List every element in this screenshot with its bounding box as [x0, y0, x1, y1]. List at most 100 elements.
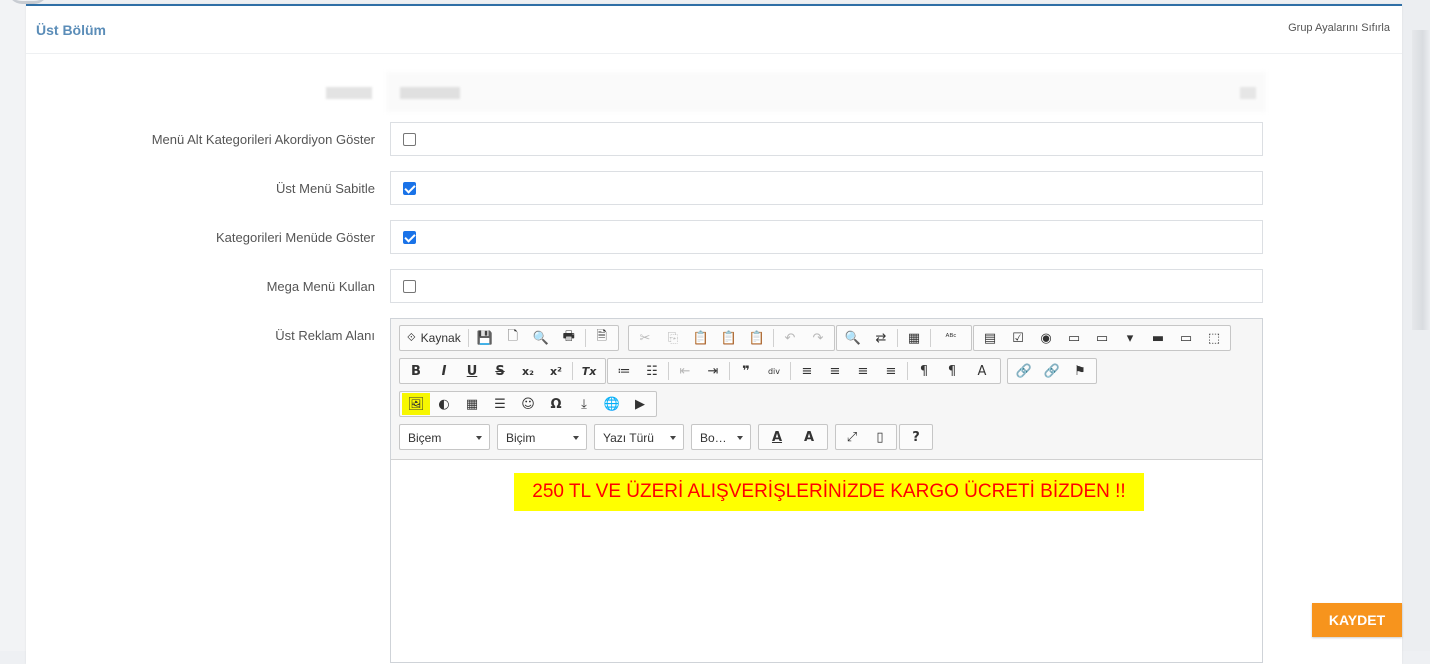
- checkbox-icon[interactable]: ☑: [1004, 327, 1032, 349]
- font-size-select[interactable]: Bo…: [691, 424, 751, 450]
- background-color-icon[interactable]: A: [793, 426, 825, 448]
- radio-icon[interactable]: ◉: [1032, 327, 1060, 349]
- save-button[interactable]: KAYDET: [1312, 603, 1402, 637]
- paste-text-icon[interactable]: 📋: [715, 327, 743, 349]
- settings-panel: Üst Bölüm Grup Ayalarını Sıfırla Menü Al…: [26, 4, 1402, 664]
- row-label: Üst Menü Sabitle: [276, 181, 375, 196]
- styles-select[interactable]: Biçem: [399, 424, 490, 450]
- blurred-label: [326, 87, 372, 99]
- separator: [897, 329, 898, 347]
- text-color-icon[interactable]: A: [761, 426, 793, 448]
- image-button-icon[interactable]: ▭: [1172, 327, 1200, 349]
- blurred-value: [400, 87, 460, 99]
- maximize-icon[interactable]: ⤢: [838, 426, 866, 448]
- styles-select-label: Biçem: [408, 431, 442, 445]
- save-icon[interactable]: 💾: [471, 327, 499, 349]
- cut-icon[interactable]: ✂: [631, 327, 659, 349]
- iframe-icon[interactable]: 🌐: [598, 393, 626, 415]
- special-char-icon[interactable]: Ω: [542, 393, 570, 415]
- chevron-down-icon: [737, 436, 743, 440]
- paste-icon[interactable]: 📋: [687, 327, 715, 349]
- replace-icon[interactable]: ⇄: [867, 327, 895, 349]
- anchor-icon[interactable]: ⚑: [1066, 360, 1094, 382]
- toolbar-group-forms: ▤ ☑ ◉ ▭ ▭ ▾ ▬ ▭ ⬚: [973, 325, 1231, 351]
- toolbar-group-colors: A A: [758, 424, 828, 450]
- row-sticky-menu: Üst Menü Sabitle: [26, 171, 1402, 205]
- field-box: [390, 122, 1263, 156]
- form-icon[interactable]: ▤: [976, 327, 1004, 349]
- bold-icon[interactable]: B: [402, 360, 430, 382]
- language-icon[interactable]: A: [966, 360, 998, 382]
- mega-menu-checkbox[interactable]: [403, 280, 416, 293]
- select-all-icon[interactable]: ▦: [900, 327, 928, 349]
- paste-word-icon[interactable]: 📋: [743, 327, 771, 349]
- spellcheck-icon[interactable]: ᴬᴮᶜ: [933, 327, 969, 349]
- remove-format-icon[interactable]: Tx: [575, 360, 603, 382]
- toolbar-group-paragraph: ≔ ☷ ⇤ ⇥ ❞ div ≡ ≡ ≡ ≡ ¶ ¶ A: [607, 358, 1001, 384]
- select-field-icon[interactable]: ▾: [1116, 327, 1144, 349]
- superscript-icon[interactable]: x²: [542, 360, 570, 382]
- subscript-icon[interactable]: x₂: [514, 360, 542, 382]
- chevron-down-icon: [476, 436, 482, 440]
- field-box: [390, 171, 1263, 205]
- accordion-checkbox[interactable]: [403, 133, 416, 146]
- numbered-list-icon[interactable]: ≔: [610, 360, 638, 382]
- source-icon: ⟐: [407, 331, 416, 344]
- justify-icon[interactable]: ≡: [877, 360, 905, 382]
- ltr-icon[interactable]: ¶: [910, 360, 938, 382]
- indent-icon[interactable]: ⇥: [699, 360, 727, 382]
- categories-menu-checkbox[interactable]: [403, 231, 416, 244]
- separator: [930, 329, 931, 347]
- copy-icon[interactable]: ⎘: [659, 327, 687, 349]
- youtube-icon[interactable]: ▶: [626, 393, 654, 415]
- font-select[interactable]: Yazı Türü: [594, 424, 684, 450]
- redo-icon[interactable]: ↷: [804, 327, 832, 349]
- align-center-icon[interactable]: ≡: [821, 360, 849, 382]
- hidden-field-icon[interactable]: ⬚: [1200, 327, 1228, 349]
- blurred-row: [26, 72, 1402, 112]
- horizontal-line-icon[interactable]: ☰: [486, 393, 514, 415]
- align-right-icon[interactable]: ≡: [849, 360, 877, 382]
- textarea-icon[interactable]: ▭: [1088, 327, 1116, 349]
- reset-group-settings-link[interactable]: Grup Ayalarını Sıfırla: [1288, 22, 1390, 34]
- help-icon[interactable]: ?: [902, 426, 930, 448]
- button-field-icon[interactable]: ▬: [1144, 327, 1172, 349]
- flash-icon[interactable]: ◐: [430, 393, 458, 415]
- div-container-icon[interactable]: div: [760, 360, 788, 382]
- undo-icon[interactable]: ↶: [776, 327, 804, 349]
- separator: [773, 329, 774, 347]
- separator: [572, 362, 573, 380]
- blockquote-icon[interactable]: ❞: [732, 360, 760, 382]
- editor-toolbar: ⟐ Kaynak 💾 🗋 🔍 🖶 🗎 ✂ ⎘ 📋 📋 📋 ↶ ↷ 🔍 ⇄ ▦ ᴬ…: [391, 319, 1262, 460]
- sticky-menu-checkbox[interactable]: [403, 182, 416, 195]
- blurred-value-end: [1240, 87, 1256, 99]
- print-icon[interactable]: 🖶: [555, 327, 583, 349]
- find-icon[interactable]: 🔍: [839, 327, 867, 349]
- underline-icon[interactable]: U: [458, 360, 486, 382]
- templates-icon[interactable]: 🗎: [588, 327, 616, 349]
- source-button[interactable]: ⟐ Kaynak: [402, 327, 466, 349]
- unlink-icon[interactable]: 🔗: [1038, 360, 1066, 382]
- smiley-icon[interactable]: ☺: [514, 393, 542, 415]
- page-break-icon[interactable]: ⤓: [570, 393, 598, 415]
- link-icon[interactable]: 🔗: [1010, 360, 1038, 382]
- align-left-icon[interactable]: ≡: [793, 360, 821, 382]
- editor-label: Üst Reklam Alanı: [275, 328, 375, 343]
- rtl-icon[interactable]: ¶: [938, 360, 966, 382]
- new-page-icon[interactable]: 🗋: [499, 327, 527, 349]
- format-select[interactable]: Biçim: [497, 424, 587, 450]
- italic-icon[interactable]: I: [430, 360, 458, 382]
- image-icon[interactable]: 🖼: [402, 393, 430, 415]
- show-blocks-icon[interactable]: ▯: [866, 426, 894, 448]
- row-label: Menü Alt Kategorileri Akordiyon Göster: [151, 132, 375, 147]
- editor-content-area[interactable]: 250 TL VE ÜZERİ ALIŞVERİŞLERİNİZDE KARGO…: [391, 460, 1262, 660]
- blurred-field: [386, 72, 1266, 112]
- table-icon[interactable]: ▦: [458, 393, 486, 415]
- preview-icon[interactable]: 🔍: [527, 327, 555, 349]
- outdent-icon[interactable]: ⇤: [671, 360, 699, 382]
- bulleted-list-icon[interactable]: ☷: [638, 360, 666, 382]
- separator: [907, 362, 908, 380]
- font-select-label: Yazı Türü: [603, 431, 654, 445]
- strikethrough-icon[interactable]: S: [486, 360, 514, 382]
- text-field-icon[interactable]: ▭: [1060, 327, 1088, 349]
